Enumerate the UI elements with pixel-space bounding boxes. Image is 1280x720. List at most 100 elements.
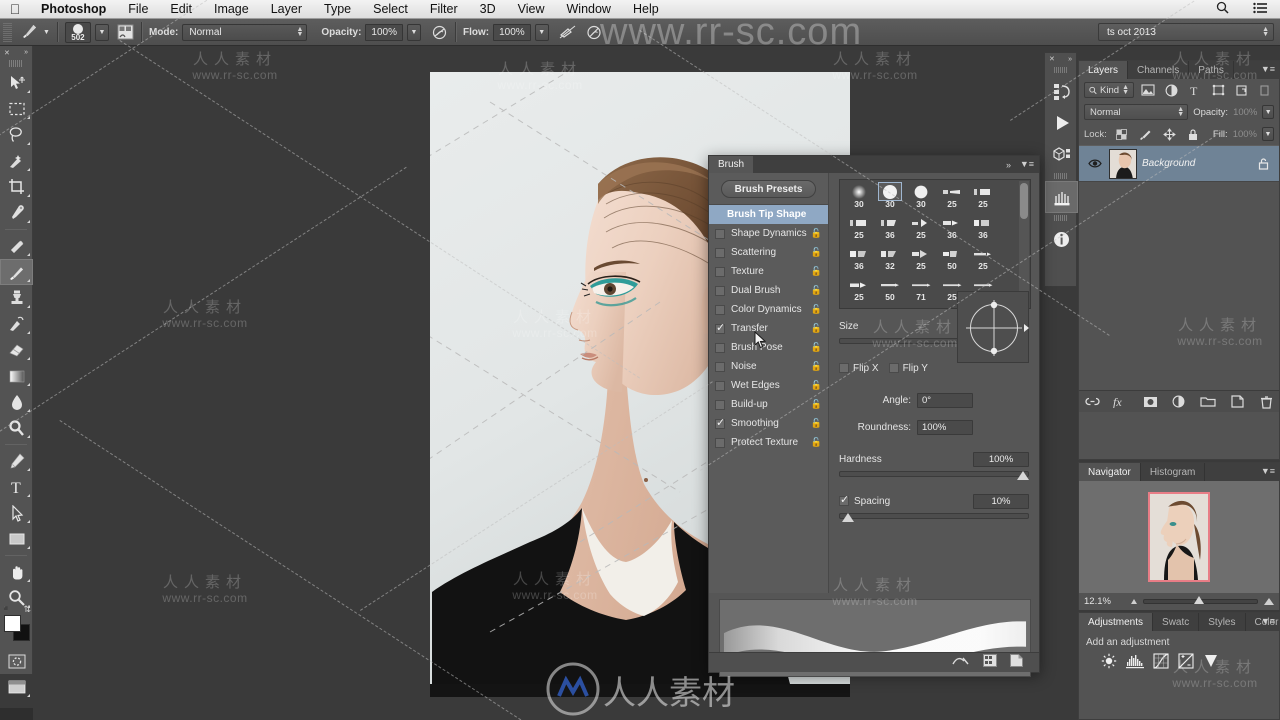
quick-mask-icon[interactable] bbox=[0, 648, 33, 674]
brush-option-texture[interactable]: Texture 🔓 bbox=[709, 262, 828, 281]
brush-tip-cell[interactable]: 30 bbox=[906, 183, 936, 214]
menu-item-edit[interactable]: Edit bbox=[159, 0, 203, 19]
brush-panel[interactable]: Brush » ▼≡ Brush Presets Brush Tip Shape… bbox=[708, 155, 1040, 677]
brush-tip-cell[interactable]: 50 bbox=[875, 276, 905, 307]
lock-icon[interactable]: 🔓 bbox=[811, 323, 822, 334]
angle-roundness-dial[interactable] bbox=[957, 291, 1029, 363]
menu-item-photoshop[interactable]: Photoshop bbox=[30, 0, 117, 19]
dock-grip[interactable] bbox=[1054, 173, 1067, 179]
opacity-value[interactable]: 100% bbox=[365, 23, 403, 41]
brush-tip-cell[interactable]: 36 bbox=[937, 214, 967, 245]
lock-icon[interactable]: 🔓 bbox=[811, 247, 822, 258]
flip-x-checkbox[interactable] bbox=[839, 363, 849, 373]
blend-mode-control[interactable]: Mode: Normal ▲ ▼ bbox=[149, 19, 308, 46]
play-triangle-icon[interactable] bbox=[1045, 107, 1078, 139]
menu-item-select[interactable]: Select bbox=[362, 0, 419, 19]
brush-tip-cell[interactable]: 50 bbox=[937, 245, 967, 276]
panel-menu-icon[interactable]: ▼≡ bbox=[1261, 467, 1275, 476]
menu-item-file[interactable]: File bbox=[117, 0, 159, 19]
quick-selection-icon[interactable] bbox=[0, 148, 33, 174]
menu-item-image[interactable]: Image bbox=[203, 0, 260, 19]
add-mask-icon[interactable] bbox=[1141, 393, 1160, 411]
brush-option-transfer[interactable]: Transfer 🔓 bbox=[709, 319, 828, 338]
airbrush-icon[interactable] bbox=[559, 19, 577, 46]
mode-select[interactable]: Normal ▲ ▼ bbox=[182, 23, 308, 41]
tab-brush[interactable]: Brush bbox=[709, 156, 754, 173]
brush-tip-cell[interactable] bbox=[844, 307, 874, 308]
menu-item-layer[interactable]: Layer bbox=[260, 0, 313, 19]
brush-tip-cell[interactable]: 32 bbox=[875, 245, 905, 276]
healing-brush-icon[interactable] bbox=[0, 233, 33, 259]
foreground-color-swatch[interactable] bbox=[4, 615, 21, 632]
lock-icon[interactable]: 🔓 bbox=[811, 361, 822, 372]
vibrance-icon[interactable] bbox=[1203, 653, 1219, 674]
options-tool-icon-group[interactable]: ▼ bbox=[20, 19, 50, 46]
lasso-tool-icon[interactable] bbox=[0, 122, 33, 148]
brush-presets-grid-icon[interactable] bbox=[983, 653, 997, 672]
lock-icon[interactable]: 🔓 bbox=[811, 228, 822, 239]
lock-icon[interactable] bbox=[1254, 155, 1273, 173]
brush-tool-icon[interactable] bbox=[0, 259, 33, 285]
checkbox[interactable] bbox=[715, 380, 725, 391]
brush-tip-cell[interactable]: 25 bbox=[968, 183, 998, 214]
brush-option-build-up[interactable]: Build-up 🔓 bbox=[709, 395, 828, 414]
panel-menu-icon[interactable]: ▼≡ bbox=[1261, 65, 1275, 74]
brush-option-shape-dynamics[interactable]: Shape Dynamics 🔓 bbox=[709, 224, 828, 243]
spacing-slider[interactable] bbox=[839, 513, 1029, 522]
workspace-preset-control[interactable]: ts oct 2013 ▲ ▼ bbox=[1098, 23, 1274, 41]
fill-dropdown-arrow[interactable]: ▼ bbox=[1262, 127, 1274, 141]
lock-icon[interactable]: 🔓 bbox=[811, 304, 822, 315]
swap-colors-icon[interactable]: ⇅ bbox=[23, 604, 31, 615]
collapse-double-arrow-icon[interactable]: » bbox=[1006, 160, 1011, 170]
brush-tip-cell[interactable]: 36 bbox=[968, 214, 998, 245]
tools-panel-grip[interactable] bbox=[9, 60, 23, 67]
history-brush-icon[interactable] bbox=[0, 311, 33, 337]
default-colors-icon[interactable]: ◾ bbox=[1, 604, 11, 613]
lock-image-icon[interactable] bbox=[1136, 125, 1155, 143]
filter-type-icon[interactable]: T bbox=[1186, 81, 1204, 99]
menu-item-view[interactable]: View bbox=[507, 0, 556, 19]
zoom-out-icon[interactable] bbox=[1130, 599, 1137, 604]
brush-preset-dropdown-arrow[interactable]: ▼ bbox=[94, 23, 109, 41]
spacing-checkbox[interactable] bbox=[839, 493, 849, 506]
menu-item-filter[interactable]: Filter bbox=[419, 0, 469, 19]
filter-power-icon[interactable] bbox=[1256, 81, 1274, 99]
filter-pixel-icon[interactable] bbox=[1139, 81, 1157, 99]
panel-menu-icon[interactable]: ▼≡ bbox=[1020, 160, 1034, 169]
new-adjustment-layer-icon[interactable] bbox=[1170, 393, 1189, 411]
brush-tip-cell[interactable]: 36 bbox=[844, 245, 874, 276]
brush-option-dual-brush[interactable]: Dual Brush 🔓 bbox=[709, 281, 828, 300]
hardness-slider[interactable] bbox=[839, 471, 1029, 480]
options-bar-grip[interactable] bbox=[3, 22, 12, 42]
tab-channels[interactable]: Channels bbox=[1128, 61, 1190, 79]
filter-adjustment-icon[interactable] bbox=[1162, 81, 1180, 99]
brush-tip-cell[interactable]: 30 bbox=[844, 183, 874, 214]
eyedropper-icon[interactable] bbox=[0, 200, 33, 226]
brush-option-brush-pose[interactable]: Brush Pose 🔓 bbox=[709, 338, 828, 357]
flip-y-checkbox[interactable] bbox=[888, 363, 899, 373]
new-brush-icon[interactable] bbox=[1010, 653, 1023, 672]
filter-shape-icon[interactable] bbox=[1209, 81, 1227, 99]
opacity-dropdown-arrow[interactable]: ▼ bbox=[1262, 105, 1274, 119]
tab-histogram[interactable]: Histogram bbox=[1141, 463, 1206, 481]
layer-style-fx-icon[interactable]: fx bbox=[1112, 393, 1131, 411]
pressure-opacity-icon[interactable] bbox=[431, 19, 448, 46]
checkbox[interactable] bbox=[715, 342, 725, 353]
path-selection-icon[interactable] bbox=[0, 500, 33, 526]
brush-tip-cell[interactable]: 25 bbox=[937, 183, 967, 214]
checkbox[interactable] bbox=[715, 399, 725, 410]
brush-bristle-icon[interactable] bbox=[1045, 181, 1078, 213]
link-layers-icon[interactable] bbox=[1083, 393, 1102, 411]
opacity-value[interactable]: 100% bbox=[1233, 107, 1257, 118]
hardness-input[interactable]: 100% bbox=[973, 451, 1029, 467]
checkbox[interactable] bbox=[715, 416, 725, 429]
dodge-icon[interactable] bbox=[0, 415, 33, 441]
brush-option-protect-texture[interactable]: Protect Texture 🔓 bbox=[709, 433, 828, 452]
move-tool-icon[interactable] bbox=[0, 70, 33, 96]
checkbox[interactable] bbox=[715, 247, 725, 258]
crop-tool-icon[interactable] bbox=[0, 174, 33, 200]
checkbox[interactable] bbox=[715, 266, 725, 277]
brush-tip-cell[interactable]: 36 bbox=[875, 214, 905, 245]
lock-position-icon[interactable] bbox=[1160, 125, 1179, 143]
brush-tip-cell[interactable] bbox=[906, 307, 936, 308]
